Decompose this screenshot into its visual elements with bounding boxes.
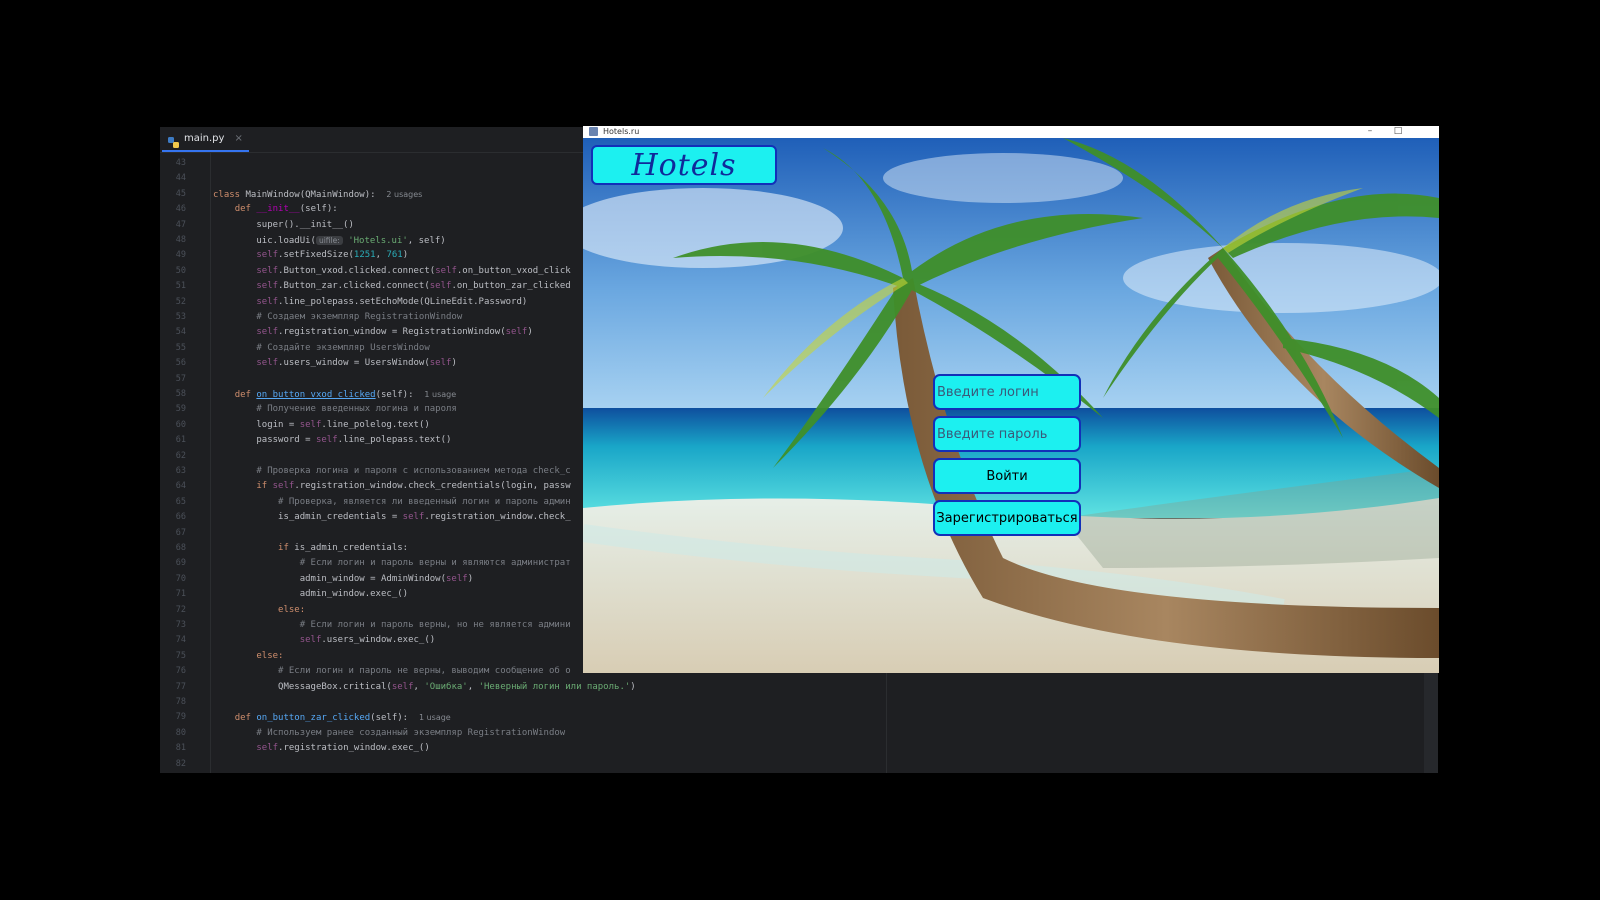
line-number: 80	[175, 727, 186, 738]
register-button[interactable]: Зарегистрироваться	[933, 500, 1081, 536]
line-number: 74	[175, 635, 186, 646]
line-number: 68	[175, 543, 186, 553]
line-number: 46	[175, 204, 186, 215]
tab-main-py[interactable]: main.py ×	[162, 127, 392, 152]
line-number: 50	[175, 265, 186, 276]
line-number: 78	[175, 697, 186, 707]
login-button[interactable]: Войти	[933, 458, 1081, 494]
gutter-divider	[210, 153, 211, 773]
login-input[interactable]	[933, 374, 1081, 410]
app-icon	[589, 127, 598, 136]
line-number: 51	[175, 281, 186, 292]
usages-hint[interactable]: 1 usage	[424, 390, 456, 399]
tab-label: main.py	[184, 133, 225, 144]
line-number: 71	[175, 589, 186, 600]
password-input[interactable]	[933, 416, 1081, 452]
line-number: 69	[175, 558, 186, 569]
window-title: Hotels.ru	[603, 127, 640, 136]
line-number: 64	[175, 481, 186, 492]
line-number: 73	[175, 620, 186, 630]
code-line: # Используем ранее созданный экземпляр R…	[256, 727, 566, 738]
line-number: 44	[175, 173, 186, 184]
code-line: self.registration_window.exec_()	[256, 743, 430, 754]
code-line: QMessageBox.critical(self, 'Ошибка', 'Не…	[278, 681, 636, 692]
window-titlebar[interactable]: Hotels.ru – □	[583, 126, 1439, 138]
line-number: 72	[175, 604, 186, 615]
line-number: 54	[175, 327, 186, 338]
minimize-button[interactable]: –	[1357, 126, 1383, 138]
logo-text: Hotels	[631, 147, 737, 183]
line-number: 75	[175, 650, 186, 661]
line-number: 65	[175, 496, 186, 507]
maximize-button[interactable]: □	[1385, 126, 1411, 138]
line-number-gutter: 43 44 45 46 47 48 49 50 51 52 53 54 55 56 57 58 59 60 61 62…	[160, 153, 210, 773]
line-number: 82	[175, 758, 186, 769]
parameter-hint: uifile:	[315, 236, 343, 245]
line-number: 67	[175, 527, 186, 538]
line-number: 57	[175, 373, 186, 384]
line-number: 43	[175, 158, 186, 168]
usages-hint[interactable]: 2 usages	[386, 190, 422, 199]
line-number: 56	[175, 358, 186, 369]
line-number: 81	[175, 743, 186, 754]
line-number: 53	[175, 312, 186, 322]
line-number: 47	[175, 219, 186, 230]
line-number: 70	[175, 573, 186, 584]
line-number: 77	[175, 681, 186, 692]
line-number: 48	[175, 235, 186, 245]
line-number: 66	[175, 512, 186, 523]
usages-hint[interactable]: 1 usage	[419, 713, 451, 722]
line-number: 61	[175, 435, 186, 446]
line-number: 45	[175, 188, 186, 199]
line-number: 52	[175, 296, 186, 307]
code-line: def on_button_zar_clicked(self): 1 usage	[234, 713, 451, 724]
beach-background-image: Hotels Войти Зарегистрироваться	[583, 138, 1439, 673]
line-number: 62	[175, 450, 186, 461]
line-number: 55	[175, 342, 186, 353]
python-file-icon	[168, 133, 179, 148]
line-number: 49	[175, 250, 186, 261]
close-icon[interactable]: ×	[234, 133, 242, 144]
line-number: 58	[175, 389, 186, 399]
line-number: 60	[175, 419, 186, 430]
hotels-logo: Hotels	[591, 145, 777, 185]
line-number: 59	[175, 404, 186, 415]
line-number: 76	[175, 666, 186, 677]
hotels-app-window: Hotels.ru – □ Hotels Введите логин Войти…	[583, 126, 1439, 673]
line-number: 79	[175, 712, 186, 723]
line-number: 63	[175, 466, 186, 476]
